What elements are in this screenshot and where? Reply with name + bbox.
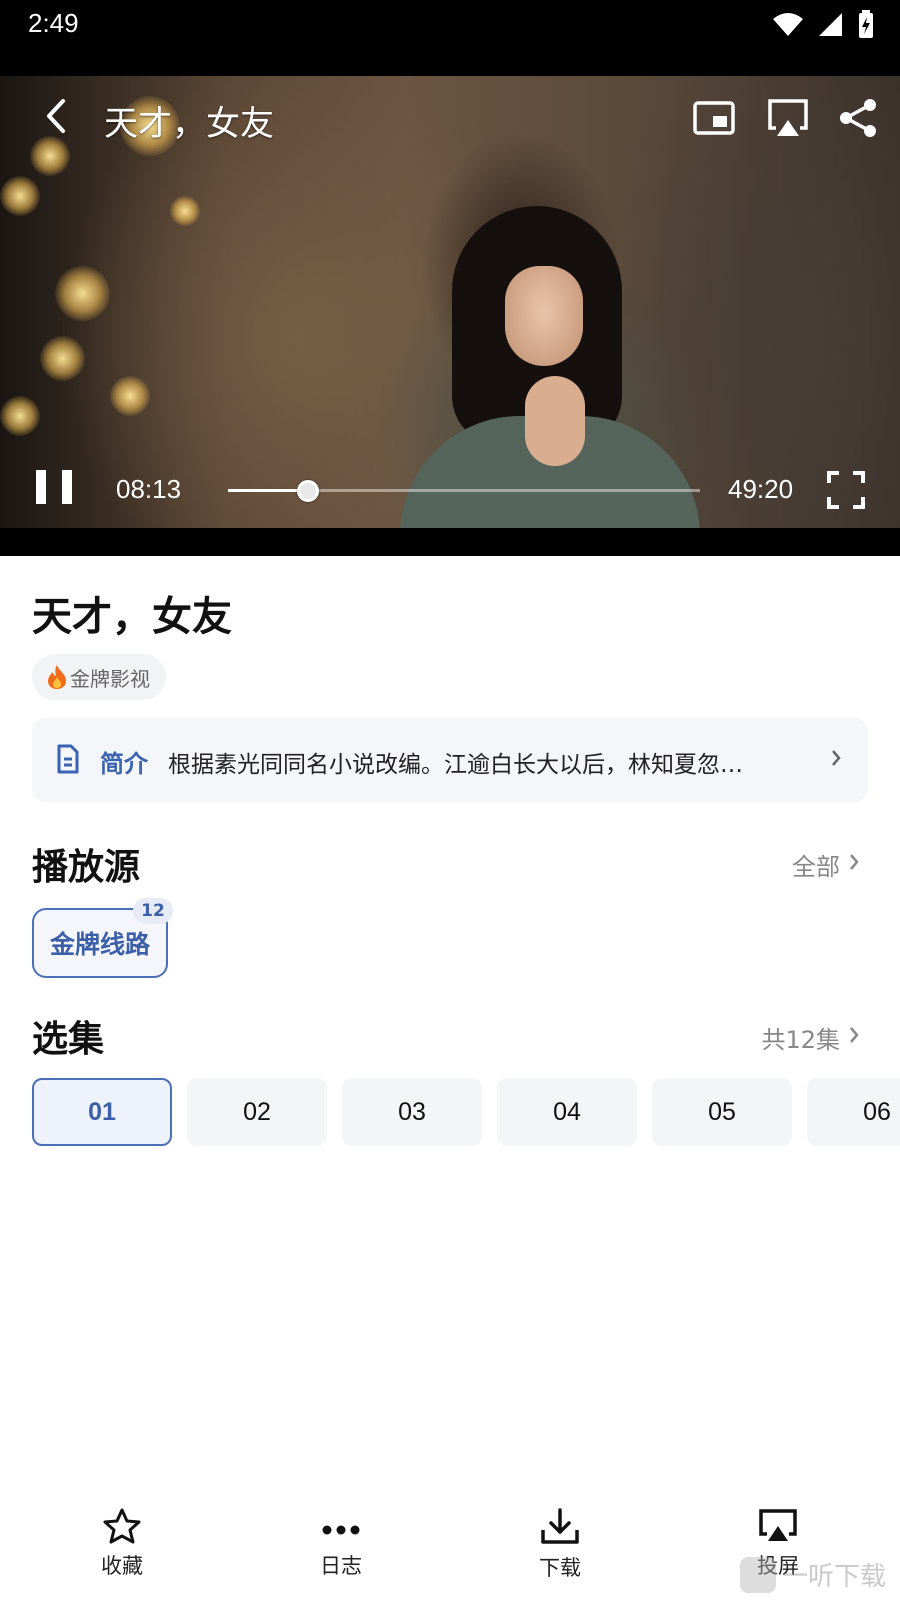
fullscreen-icon <box>827 471 865 509</box>
download-button[interactable]: 下载 <box>500 1508 620 1588</box>
player-top-bar: 天才，女友 <box>0 76 900 146</box>
bokeh-light <box>55 266 110 321</box>
episodes-total-link[interactable]: 共12集 <box>761 1020 840 1055</box>
progress-thumb[interactable] <box>297 480 320 502</box>
player-title: 天才，女友 <box>104 105 274 143</box>
episodes-heading: 选集 <box>32 1018 105 1059</box>
figure-face <box>505 266 583 366</box>
current-time: 08:13 <box>116 474 182 504</box>
document-icon <box>57 744 79 774</box>
video-player[interactable]: 天才，女友 08:13 49:20 <box>0 50 900 556</box>
download-label: 下载 <box>539 1556 581 1580</box>
episode-button[interactable]: 02 <box>187 1078 327 1146</box>
pause-button[interactable] <box>36 470 72 510</box>
source-tag-label: 金牌影视 <box>70 666 150 691</box>
status-bar: 2:49 <box>0 0 900 50</box>
bokeh-light <box>0 176 40 216</box>
chevron-right-icon <box>850 1027 859 1043</box>
pause-icon <box>62 470 72 504</box>
download-icon <box>541 1508 579 1544</box>
signal-icon <box>819 13 842 36</box>
watermark: 一听下载 <box>740 1556 886 1593</box>
bokeh-light <box>0 396 40 436</box>
chevron-right-icon <box>850 854 859 870</box>
share-button[interactable] <box>834 96 882 140</box>
back-arrow-icon <box>47 99 65 133</box>
bokeh-light <box>170 196 200 226</box>
play-source-heading: 播放源 <box>32 846 141 887</box>
status-time: 2:49 <box>28 8 79 38</box>
intro-text: 根据素光同同名小说改编。江逾白长大以后，林知夏忽… <box>168 752 743 778</box>
log-button[interactable]: 日志 <box>281 1508 401 1588</box>
fire-icon <box>48 665 66 689</box>
airplay-icon <box>768 99 808 136</box>
episode-button[interactable]: 03 <box>342 1078 482 1146</box>
video-title: 天才，女友 <box>32 595 232 639</box>
watermark-text: 一听下载 <box>782 1562 887 1592</box>
back-button[interactable] <box>36 96 76 136</box>
favorite-button[interactable]: 收藏 <box>62 1508 182 1588</box>
share-icon <box>840 99 876 137</box>
intro-card[interactable]: 简介 根据素光同同名小说改编。江逾白长大以后，林知夏忽… <box>32 718 868 802</box>
battery-icon <box>859 10 873 38</box>
figure-hands <box>525 376 585 466</box>
episode-button[interactable]: 04 <box>497 1078 637 1146</box>
picture-in-picture-icon <box>693 101 735 135</box>
progress-fill <box>228 489 309 492</box>
chevron-right-icon <box>832 750 841 766</box>
episode-button[interactable]: 05 <box>652 1078 792 1146</box>
source-line-count-badge: 12 <box>133 898 173 924</box>
player-controls: 08:13 49:20 <box>0 460 900 520</box>
progress-bar[interactable] <box>228 480 700 502</box>
episode-list: 01 02 03 04 05 06 <box>32 1078 900 1146</box>
more-dots-icon <box>322 1525 360 1535</box>
bokeh-light <box>110 376 150 416</box>
fullscreen-button[interactable] <box>826 470 866 510</box>
intro-label: 简介 <box>100 750 148 778</box>
airplay-button[interactable] <box>764 96 812 140</box>
total-time: 49:20 <box>728 474 794 504</box>
pip-button[interactable] <box>690 96 738 140</box>
play-source-all-link[interactable]: 全部 <box>792 847 840 882</box>
episode-button[interactable]: 06 <box>807 1078 900 1146</box>
favorite-label: 收藏 <box>101 1554 143 1578</box>
bokeh-light <box>40 336 85 381</box>
status-icons <box>772 10 874 38</box>
pause-icon <box>36 470 46 504</box>
episode-button[interactable]: 01 <box>32 1078 172 1146</box>
watermark-logo <box>740 1556 776 1593</box>
log-label: 日志 <box>320 1554 362 1578</box>
wifi-icon <box>773 13 803 36</box>
star-icon <box>103 1508 141 1544</box>
cast-icon <box>759 1509 797 1541</box>
source-tag[interactable]: 金牌影视 <box>32 654 166 700</box>
